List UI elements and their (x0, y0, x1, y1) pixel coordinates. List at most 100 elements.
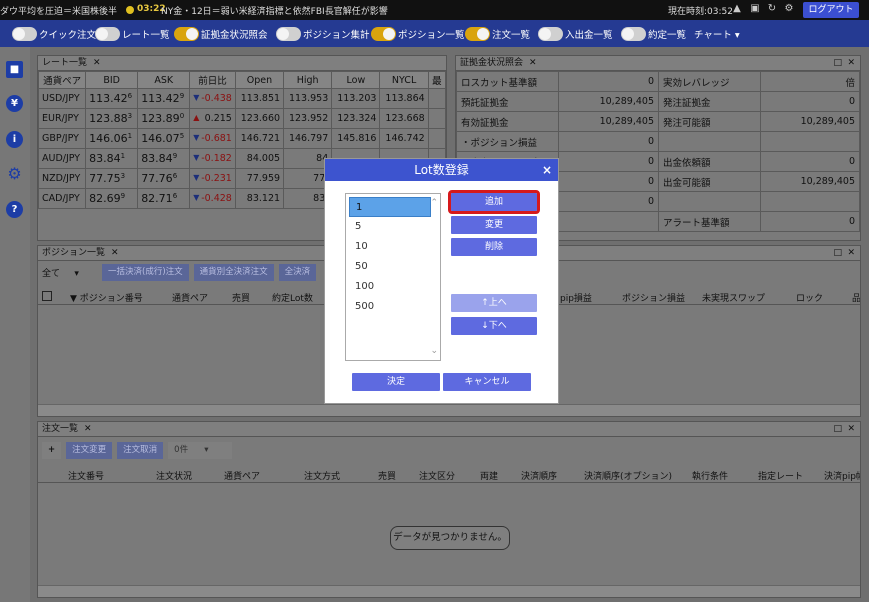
toggle-execution-list[interactable]: 約定一覧 (621, 26, 686, 41)
toggle-switch[interactable] (174, 26, 199, 41)
confirm-button[interactable]: 決定 (352, 373, 440, 391)
position-filter-select[interactable]: 全て ▾ (42, 266, 102, 279)
toggle-switch[interactable] (465, 26, 490, 41)
help-icon[interactable]: ? (6, 201, 23, 218)
edit-button[interactable]: 変更 (451, 216, 537, 234)
margin-value (760, 191, 860, 212)
order-count-select[interactable]: 0件 ▾ (168, 442, 233, 459)
col-nycl[interactable]: NYCL (379, 71, 429, 89)
scroll-down-icon[interactable]: ⌄ (430, 346, 438, 356)
delete-button[interactable]: 削除 (451, 238, 537, 256)
toggle-rate-list[interactable]: レート一覧 (95, 26, 170, 41)
rate-row[interactable]: GBP/JPY 146.061 146.075 ▼ -0.681 146.721 146.7… (37, 128, 447, 149)
lot-option[interactable]: 100 (349, 277, 431, 297)
news-headline-left[interactable]: ダウ平均を圧迫＝米国株後半 (0, 4, 117, 17)
pair-cell[interactable]: USD/JPY (37, 88, 87, 109)
ask-cell[interactable]: 77.766 (137, 168, 191, 189)
select-all-checkbox[interactable] (42, 291, 52, 301)
ask-cell[interactable]: 83.849 (137, 148, 191, 169)
bulk-close-market-button[interactable]: 一括決済(成行)注文 (102, 264, 189, 281)
gear-icon[interactable]: ⚙ (6, 165, 23, 182)
close-panel-icon[interactable]: ✕ (847, 246, 855, 261)
toggle-switch[interactable] (371, 26, 396, 41)
move-down-button[interactable]: ↓下へ (451, 317, 537, 335)
order-header-row: 注文番号 注文状況 通貨ペア 注文方式 売買 注文区分 両建 決済順序 決済順序… (38, 466, 860, 483)
toggle-margin-status[interactable]: 証拠金状況照会 (174, 26, 268, 41)
pair-cell[interactable]: AUD/JPY (37, 148, 87, 169)
col-high[interactable]: High (283, 71, 333, 89)
lot-listbox[interactable]: 1 5 10 50 100 500 ⌃ ⌄ (345, 193, 441, 361)
refresh-icon[interactable]: ↻ (766, 3, 778, 15)
toggle-position-summary[interactable]: ポジション集計 (276, 26, 370, 41)
bid-cell[interactable]: 77.753 (85, 168, 139, 189)
lot-option[interactable]: 10 (349, 237, 431, 257)
col-pair[interactable]: 通貨ペア (37, 71, 87, 89)
lot-option[interactable]: 500 (349, 297, 431, 317)
close-icon[interactable]: ✕ (84, 424, 92, 434)
pair-cell[interactable]: EUR/JPY (37, 108, 87, 129)
chart-menu[interactable]: チャート ▾ (694, 26, 740, 41)
close-icon[interactable]: × (542, 159, 552, 181)
col-bid[interactable]: BID (85, 71, 139, 89)
ask-cell[interactable]: 146.075 (137, 128, 191, 149)
col-low[interactable]: Low (331, 71, 381, 89)
lot-option[interactable]: 1 (349, 197, 431, 217)
add-button[interactable]: 追加 (448, 190, 540, 214)
toggle-switch[interactable] (538, 26, 563, 41)
close-icon[interactable]: ✕ (93, 58, 101, 68)
close-icon[interactable]: ✕ (529, 58, 537, 68)
maximize-icon[interactable]: □ (833, 246, 842, 261)
save-icon[interactable]: ■ (6, 61, 23, 78)
bid-cell[interactable]: 82.699 (85, 188, 139, 209)
pair-cell[interactable]: CAD/JPY (37, 188, 87, 209)
rate-row[interactable]: USD/JPY 113.426 113.429 ▼ -0.438 113.851 113.9… (37, 88, 447, 109)
toggle-switch[interactable] (276, 26, 301, 41)
toggle-position-list[interactable]: ポジション一覧 (371, 26, 465, 41)
nycl-cell: 113.864 (379, 88, 429, 109)
ask-cell[interactable]: 123.890 (137, 108, 191, 129)
pair-cell[interactable]: NZD/JPY (37, 168, 87, 189)
rate-row[interactable]: EUR/JPY 123.883 123.890 ▲ 0.215 123.660 123.95… (37, 108, 447, 129)
toggle-switch[interactable] (95, 26, 120, 41)
toggle-switch[interactable] (621, 26, 646, 41)
toggle-order-list[interactable]: 注文一覧 (465, 26, 530, 41)
lot-option[interactable]: 5 (349, 217, 431, 237)
bid-cell[interactable]: 146.061 (85, 128, 139, 149)
scroll-up-icon[interactable]: ⌃ (430, 198, 438, 208)
close-icon[interactable]: ✕ (111, 248, 119, 258)
bid-cell[interactable]: 83.841 (85, 148, 139, 169)
close-panel-icon[interactable]: ✕ (847, 422, 855, 437)
info-icon[interactable]: i (6, 131, 23, 148)
bid-cell[interactable]: 123.883 (85, 108, 139, 129)
move-up-button[interactable]: ↑上へ (451, 294, 537, 312)
logout-button[interactable]: ログアウト (803, 2, 859, 18)
bell-icon[interactable]: ▲ (731, 3, 743, 15)
bid-cell[interactable]: 113.426 (85, 88, 139, 109)
yen-icon[interactable]: ¥ (6, 95, 23, 112)
horizontal-scrollbar[interactable] (38, 404, 860, 416)
add-order-button[interactable]: + (42, 442, 62, 459)
close-by-pair-button[interactable]: 通貨別全決済注文 (193, 264, 274, 281)
horizontal-scrollbar[interactable] (38, 585, 860, 597)
modify-order-button[interactable]: 注文変更 (66, 442, 113, 459)
toggle-deposit-list[interactable]: 入出金一覧 (538, 26, 613, 41)
gear-icon[interactable]: ⚙ (783, 3, 795, 15)
maximize-icon[interactable]: □ (833, 422, 842, 437)
lot-option[interactable]: 50 (349, 257, 431, 277)
toggle-switch[interactable] (12, 26, 37, 41)
close-panel-icon[interactable]: ✕ (847, 56, 855, 71)
col-open[interactable]: Open (234, 71, 285, 89)
ask-cell[interactable]: 113.429 (137, 88, 191, 109)
close-all-button[interactable]: 全決済 (278, 264, 317, 281)
expand-icon[interactable]: ▣ (749, 3, 761, 15)
cancel-button[interactable]: キャンセル (443, 373, 531, 391)
news-headline[interactable]: NY金・12日＝弱い米経済指標と依然FBI長官解任が影響 (161, 4, 388, 17)
ask-cell[interactable]: 82.716 (137, 188, 191, 209)
extra-cell (427, 108, 447, 129)
col-change[interactable]: 前日比 (189, 71, 236, 89)
col-ask[interactable]: ASK (137, 71, 191, 89)
toggle-quick-order[interactable]: クイック注文 (12, 26, 96, 41)
pair-cell[interactable]: GBP/JPY (37, 128, 87, 149)
maximize-icon[interactable]: □ (833, 56, 842, 71)
cancel-order-button[interactable]: 注文取消 (117, 442, 164, 459)
